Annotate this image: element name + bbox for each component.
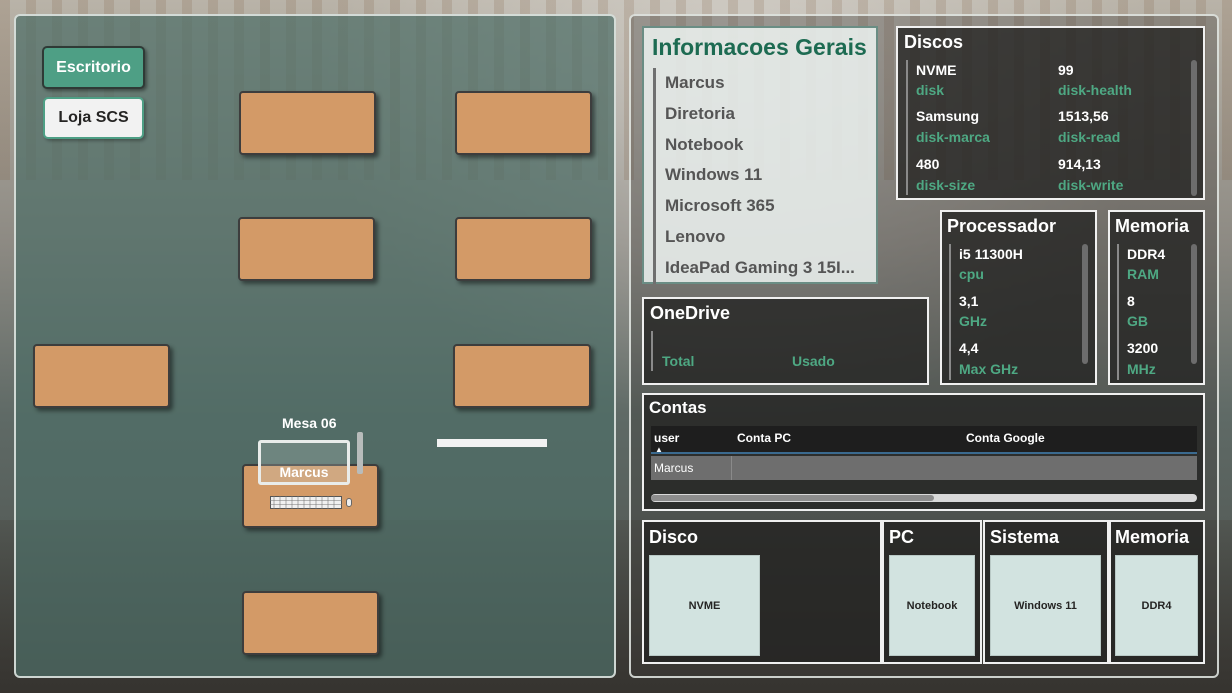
summary-disco-tile: NVME <box>649 555 760 656</box>
summary-memoria-tile: DDR4 <box>1115 555 1198 656</box>
info-gerais-title: Informacoes Gerais <box>652 34 867 60</box>
mouse-icon <box>346 498 352 507</box>
disk-type-value: NVME <box>916 62 957 78</box>
column-header-user[interactable]: user <box>654 431 679 445</box>
desk-8[interactable] <box>242 591 379 655</box>
onedrive-divider <box>651 331 653 371</box>
cell-divider <box>731 456 732 480</box>
memoria-scrollbar[interactable] <box>1191 244 1197 364</box>
cpu-max-ghz-label: Max GHz <box>959 361 1019 377</box>
desk-7[interactable] <box>453 344 591 408</box>
cpu-model-value: i5 11300H <box>959 246 1023 262</box>
summary-memoria-title: Memoria <box>1115 527 1190 547</box>
info-gerais-card: Informacoes Gerais Marcus Diretoria Note… <box>642 26 878 284</box>
desk-1[interactable] <box>239 91 376 155</box>
info-item-brand: Lenovo <box>665 226 726 246</box>
cpu-ghz-value: 3,1 <box>959 293 979 309</box>
disk-write-value: 914,13 <box>1058 156 1101 172</box>
memoria-divider <box>1117 244 1119 380</box>
processador-title: Processador <box>947 216 1057 236</box>
info-item-os: Windows 11 <box>665 165 763 185</box>
ram-speed-label: MHz <box>1127 361 1156 377</box>
disk-size-label: disk-size <box>916 177 976 193</box>
desk-3[interactable] <box>238 217 375 281</box>
cpu-max-ghz-value: 4,4 <box>959 340 979 356</box>
desk-2[interactable] <box>455 91 592 155</box>
contas-title: Contas <box>649 398 707 417</box>
ram-type-label: RAM <box>1127 266 1159 282</box>
ram-size-label: GB <box>1127 313 1148 329</box>
table-row[interactable]: Marcus <box>651 456 1197 480</box>
disk-health-label: disk-health <box>1058 82 1132 98</box>
disk-write-label: disk-write <box>1058 177 1124 193</box>
disk-health-value: 99 <box>1058 62 1074 78</box>
ram-size-value: 8 <box>1127 293 1135 309</box>
ram-type-value: DDR4 <box>1127 246 1166 262</box>
contas-table-header: user ▲ Conta PC Conta Google <box>651 426 1197 454</box>
divider-bar <box>437 439 547 447</box>
info-item-device-type: Notebook <box>665 134 744 154</box>
keyboard-icon <box>270 496 342 509</box>
cpu-model-label: cpu <box>959 266 984 282</box>
ram-speed-value: 3200 <box>1127 340 1159 356</box>
sort-ascending-icon: ▲ <box>655 445 663 454</box>
processador-scrollbar[interactable] <box>1082 244 1088 364</box>
summary-sistema-title: Sistema <box>990 527 1060 547</box>
column-header-conta-google[interactable]: Conta Google <box>966 431 1045 445</box>
disk-brand-label: disk-marca <box>916 129 990 145</box>
info-item-office: Microsoft 365 <box>665 196 775 216</box>
disk-read-value: 1513,56 <box>1058 108 1109 124</box>
processador-divider <box>949 244 951 380</box>
memoria-title: Memoria <box>1115 216 1190 236</box>
discos-scrollbar[interactable] <box>1191 60 1197 196</box>
monitor-icon: Marcus <box>258 440 350 485</box>
summary-pc-title: PC <box>889 527 915 547</box>
disk-brand-value: Samsung <box>916 108 980 124</box>
disk-size-value: 480 <box>916 156 940 172</box>
info-item-department: Diretoria <box>665 103 735 123</box>
info-item-model: IdeaPad Gaming 3 15I... <box>665 257 855 277</box>
monitor-user-label: Marcus <box>279 464 329 480</box>
desk-4[interactable] <box>455 217 592 281</box>
info-gerais-list: Marcus Diretoria Notebook Windows 11 Mic… <box>653 68 868 284</box>
summary-disco-title: Disco <box>649 527 699 547</box>
discos-divider <box>906 60 908 195</box>
onedrive-used-label: Usado <box>792 353 835 369</box>
contas-hscroll-thumb[interactable] <box>651 495 934 501</box>
disk-type-label: disk <box>916 82 945 98</box>
onedrive-title: OneDrive <box>650 303 731 323</box>
column-header-conta-pc[interactable]: Conta PC <box>737 431 791 445</box>
cpu-ghz-label: GHz <box>959 313 987 329</box>
selected-desk-label: Mesa 06 <box>282 415 337 431</box>
discos-title: Discos <box>904 32 964 52</box>
disk-read-label: disk-read <box>1058 129 1121 145</box>
cell-user: Marcus <box>654 461 694 475</box>
loja-scs-button[interactable]: Loja SCS <box>43 97 144 139</box>
info-item-user: Marcus <box>665 73 725 92</box>
escritorio-button[interactable]: Escritorio <box>42 46 145 89</box>
desk-5[interactable] <box>33 344 170 408</box>
pc-tower-icon <box>357 432 363 474</box>
summary-pc-tile: Notebook <box>889 555 975 656</box>
onedrive-total-label: Total <box>662 353 695 369</box>
summary-sistema-tile: Windows 11 <box>990 555 1101 656</box>
